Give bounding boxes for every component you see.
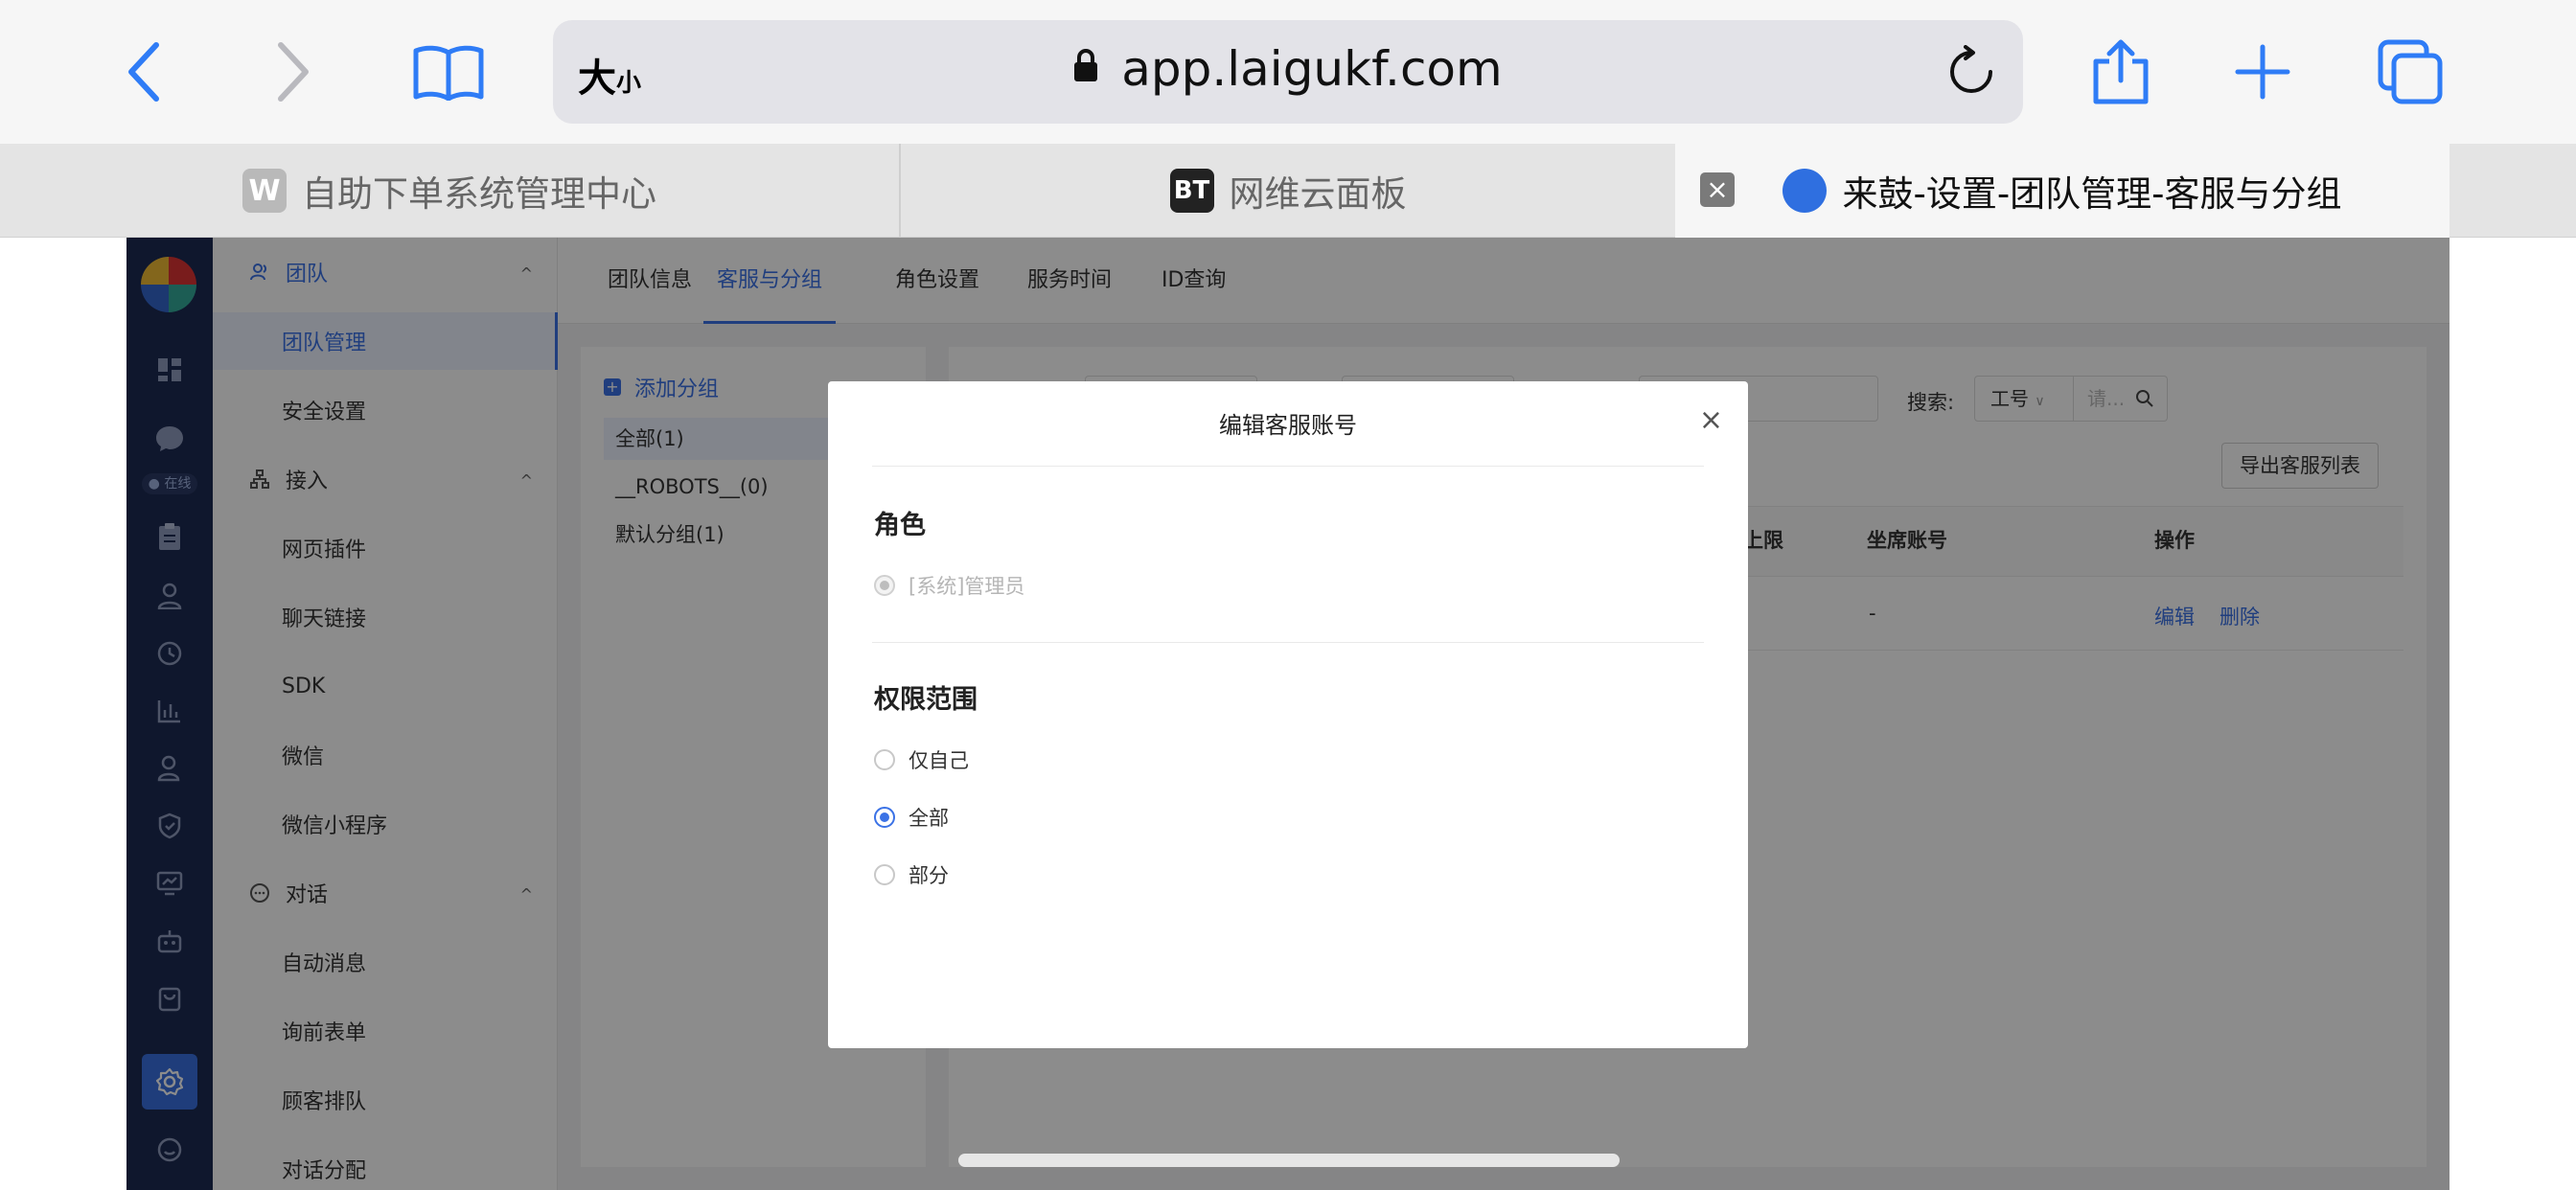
browser-tab-bar: W 自助下单系统管理中心 BT 网维云面板 × 来鼓-设置-团队管理-客服与分组 bbox=[0, 144, 2576, 238]
scope-option-partial[interactable]: 部分 bbox=[874, 860, 949, 889]
tab-title: 自助下单系统管理中心 bbox=[302, 173, 656, 215]
scope-option-self[interactable]: 仅自己 bbox=[874, 745, 969, 774]
scope-section-title: 权限范围 bbox=[874, 685, 978, 715]
browser-tab-1[interactable]: W 自助下单系统管理中心 bbox=[0, 144, 901, 238]
browser-toolbar: 大小 app.laigukf.com bbox=[0, 0, 2576, 144]
role-section-title: 角色 bbox=[874, 511, 926, 540]
new-tab-icon[interactable] bbox=[2220, 29, 2306, 115]
divider bbox=[872, 466, 1704, 467]
tab-title: 网维云面板 bbox=[1229, 173, 1407, 215]
lock-icon bbox=[1073, 37, 1098, 81]
scope-option-all[interactable]: 全部 bbox=[874, 803, 949, 832]
url-text: app.laigukf.com bbox=[1121, 41, 1503, 97]
close-icon[interactable]: × bbox=[1699, 406, 1723, 435]
browser-tab-2[interactable]: BT 网维云面板 bbox=[901, 144, 1675, 238]
forward-icon[interactable] bbox=[249, 29, 335, 115]
laigu-logo-icon bbox=[1782, 169, 1828, 213]
radio-icon[interactable] bbox=[874, 749, 895, 770]
role-option-admin: [系统]管理员 bbox=[874, 571, 1024, 600]
radio-icon[interactable] bbox=[874, 864, 895, 885]
tabs-overview-icon[interactable] bbox=[2367, 29, 2453, 115]
address-bar[interactable]: 大小 app.laigukf.com bbox=[553, 20, 2023, 124]
browser-tab-3[interactable]: × 来鼓-设置-团队管理-客服与分组 bbox=[1675, 144, 2450, 238]
back-icon[interactable] bbox=[102, 29, 188, 115]
radio-icon bbox=[874, 575, 895, 596]
edit-agent-dialog: 编辑客服账号 × 角色 [系统]管理员 权限范围 仅自己 全部 部分 bbox=[828, 381, 1748, 1048]
radio-selected-icon[interactable] bbox=[874, 807, 895, 828]
tab-title: 来鼓-设置-团队管理-客服与分组 bbox=[1842, 173, 2342, 215]
horizontal-scrollbar[interactable] bbox=[958, 1154, 1620, 1167]
close-tab-icon[interactable]: × bbox=[1700, 172, 1735, 207]
reload-icon[interactable] bbox=[1944, 45, 1998, 103]
dialog-title: 编辑客服账号 bbox=[1219, 412, 1357, 439]
share-icon[interactable] bbox=[2078, 29, 2164, 115]
favicon: W bbox=[242, 169, 287, 213]
bookmarks-icon[interactable] bbox=[405, 29, 492, 115]
divider bbox=[872, 642, 1704, 643]
favicon: BT bbox=[1169, 169, 1214, 213]
